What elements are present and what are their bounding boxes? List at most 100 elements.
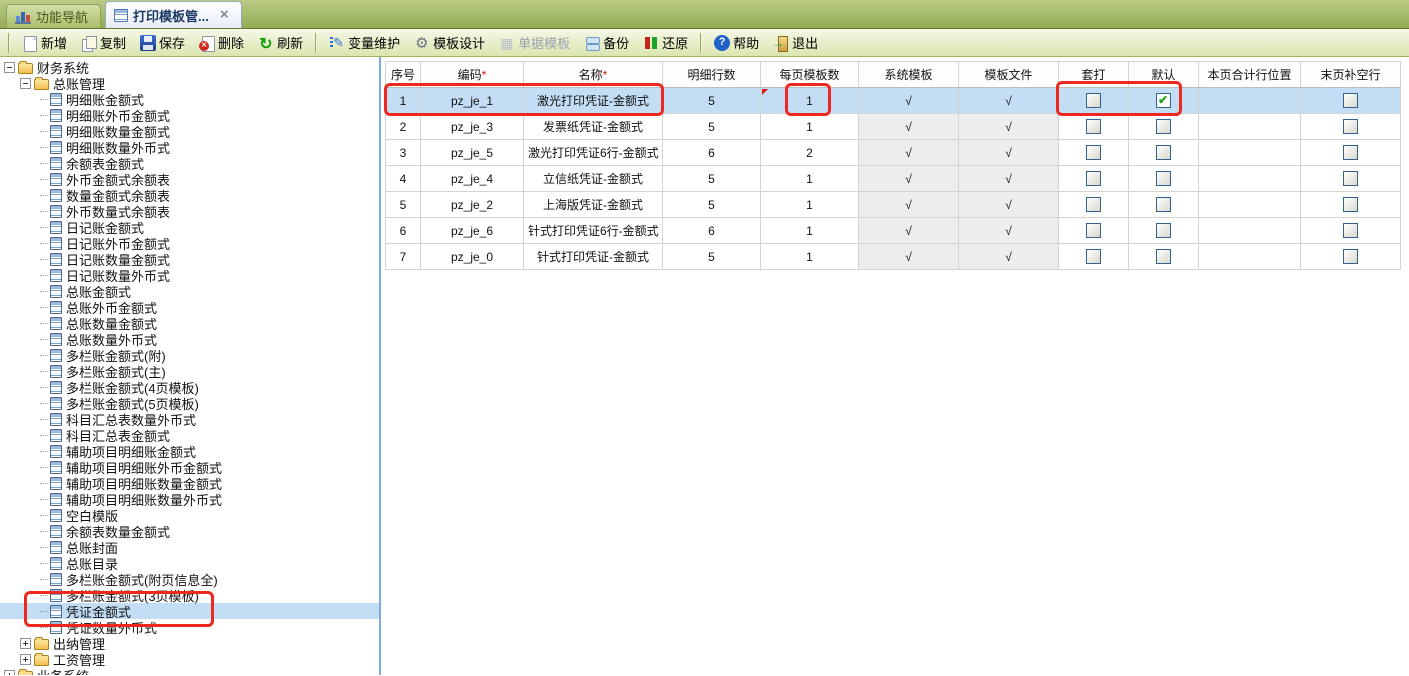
cell-code[interactable]: pz_je_4 bbox=[421, 166, 524, 192]
cell-per_page[interactable]: 1 bbox=[761, 166, 859, 192]
checkbox-overlay-unchecked[interactable] bbox=[1086, 197, 1101, 212]
tree-item[interactable]: 总账金额式 bbox=[0, 283, 379, 299]
cell-seq[interactable]: 5 bbox=[386, 192, 421, 218]
cell-seq[interactable]: 2 bbox=[386, 114, 421, 140]
toolbar-button-help[interactable]: 帮助 bbox=[708, 30, 765, 55]
checkbox-fill_blank-unchecked[interactable] bbox=[1343, 93, 1358, 108]
cell-total_pos[interactable] bbox=[1199, 244, 1301, 270]
tree-item[interactable]: 多栏账金额式(3页模板) bbox=[0, 587, 379, 603]
cell-total_pos[interactable] bbox=[1199, 166, 1301, 192]
toolbar-button-refresh[interactable]: 刷新 bbox=[252, 30, 309, 55]
tab-print-template-manager[interactable]: 打印模板管...× bbox=[105, 1, 242, 28]
tree-item[interactable]: 日记账数量外币式 bbox=[0, 267, 379, 283]
cell-detail_rows[interactable]: 5 bbox=[663, 244, 761, 270]
cell-per_page[interactable]: 1 bbox=[761, 244, 859, 270]
tree-item[interactable]: 数量金额式余额表 bbox=[0, 187, 379, 203]
close-icon[interactable]: × bbox=[220, 9, 229, 21]
toolbar-button-variable[interactable]: 变量维护 bbox=[323, 30, 406, 55]
expand-plus-icon[interactable] bbox=[20, 638, 31, 649]
column-header-file[interactable]: 模板文件 bbox=[959, 62, 1059, 88]
checkbox-overlay-unchecked[interactable] bbox=[1086, 249, 1101, 264]
checkbox-default-unchecked[interactable] bbox=[1156, 249, 1171, 264]
toolbar-button-save[interactable]: 保存 bbox=[134, 30, 191, 55]
cell-code[interactable]: pz_je_6 bbox=[421, 218, 524, 244]
toolbar-button-restore[interactable]: 还原 bbox=[637, 30, 694, 55]
checkbox-default-unchecked[interactable] bbox=[1156, 145, 1171, 160]
tree-item[interactable]: 空白模版 bbox=[0, 507, 379, 523]
column-header-default[interactable]: 默认 bbox=[1129, 62, 1199, 88]
checkbox-fill_blank-unchecked[interactable] bbox=[1343, 145, 1358, 160]
cell-detail_rows[interactable]: 5 bbox=[663, 114, 761, 140]
cell-overlay[interactable] bbox=[1059, 244, 1129, 270]
cell-detail_rows[interactable]: 5 bbox=[663, 88, 761, 114]
tree-item[interactable]: 多栏账金额式(附) bbox=[0, 347, 379, 363]
tree-item[interactable]: 明细账数量外币式 bbox=[0, 139, 379, 155]
tree-item[interactable]: 辅助项目明细账数量外币式 bbox=[0, 491, 379, 507]
cell-per_page[interactable]: 1 bbox=[761, 192, 859, 218]
cell-fill_blank[interactable] bbox=[1301, 166, 1401, 192]
collapse-minus-icon[interactable] bbox=[4, 62, 15, 73]
tree-item[interactable]: 日记账外币金额式 bbox=[0, 235, 379, 251]
cell-overlay[interactable] bbox=[1059, 140, 1129, 166]
checkbox-default-checked[interactable] bbox=[1156, 93, 1171, 108]
cell-name[interactable]: 上海版凭证-金额式 bbox=[524, 192, 663, 218]
cell-default[interactable] bbox=[1129, 218, 1199, 244]
tree-item[interactable]: 凭证金额式 bbox=[0, 603, 379, 619]
cell-total_pos[interactable] bbox=[1199, 114, 1301, 140]
tree-item[interactable]: 外币金额式余额表 bbox=[0, 171, 379, 187]
column-header-detail_rows[interactable]: 明细行数 bbox=[663, 62, 761, 88]
table-row[interactable]: 4pz_je_4立信纸凭证-金额式51√√ bbox=[386, 166, 1401, 192]
column-header-total_pos[interactable]: 本页合计行位置 bbox=[1199, 62, 1301, 88]
checkbox-default-unchecked[interactable] bbox=[1156, 119, 1171, 134]
cell-fill_blank[interactable] bbox=[1301, 88, 1401, 114]
checkbox-overlay-unchecked[interactable] bbox=[1086, 223, 1101, 238]
column-header-system[interactable]: 系统模板 bbox=[859, 62, 959, 88]
checkbox-fill_blank-unchecked[interactable] bbox=[1343, 119, 1358, 134]
table-row[interactable]: 1pz_je_1激光打印凭证-金额式51√√ bbox=[386, 88, 1401, 114]
column-header-code[interactable]: 编码* bbox=[421, 62, 524, 88]
checkbox-fill_blank-unchecked[interactable] bbox=[1343, 197, 1358, 212]
tree-item[interactable]: 日记账数量金额式 bbox=[0, 251, 379, 267]
checkbox-fill_blank-unchecked[interactable] bbox=[1343, 223, 1358, 238]
column-header-name[interactable]: 名称* bbox=[524, 62, 663, 88]
cell-name[interactable]: 针式打印凭证6行-金额式 bbox=[524, 218, 663, 244]
tree-item[interactable]: 业务系统 bbox=[0, 667, 379, 675]
checkbox-default-unchecked[interactable] bbox=[1156, 171, 1171, 186]
checkbox-overlay-unchecked[interactable] bbox=[1086, 171, 1101, 186]
expand-plus-icon[interactable] bbox=[20, 654, 31, 665]
tree-item[interactable]: 总账封面 bbox=[0, 539, 379, 555]
tree-item[interactable]: 总账外币金额式 bbox=[0, 299, 379, 315]
cell-total_pos[interactable] bbox=[1199, 218, 1301, 244]
checkbox-default-unchecked[interactable] bbox=[1156, 223, 1171, 238]
cell-code[interactable]: pz_je_1 bbox=[421, 88, 524, 114]
table-row[interactable]: 2pz_je_3发票纸凭证-金额式51√√ bbox=[386, 114, 1401, 140]
column-header-overlay[interactable]: 套打 bbox=[1059, 62, 1129, 88]
cell-overlay[interactable] bbox=[1059, 192, 1129, 218]
table-row[interactable]: 5pz_je_2上海版凭证-金额式51√√ bbox=[386, 192, 1401, 218]
checkbox-overlay-unchecked[interactable] bbox=[1086, 119, 1101, 134]
cell-detail_rows[interactable]: 5 bbox=[663, 166, 761, 192]
tree-item[interactable]: 明细账外币金额式 bbox=[0, 107, 379, 123]
table-row[interactable]: 3pz_je_5激光打印凭证6行-金额式62√√ bbox=[386, 140, 1401, 166]
cell-name[interactable]: 激光打印凭证6行-金额式 bbox=[524, 140, 663, 166]
cell-detail_rows[interactable]: 6 bbox=[663, 140, 761, 166]
cell-code[interactable]: pz_je_3 bbox=[421, 114, 524, 140]
cell-name[interactable]: 针式打印凭证-金额式 bbox=[524, 244, 663, 270]
column-header-seq[interactable]: 序号 bbox=[386, 62, 421, 88]
cell-fill_blank[interactable] bbox=[1301, 192, 1401, 218]
cell-overlay[interactable] bbox=[1059, 166, 1129, 192]
tree-item[interactable]: 总账管理 bbox=[0, 75, 379, 91]
tree-item[interactable]: 余额表数量金额式 bbox=[0, 523, 379, 539]
table-row[interactable]: 7pz_je_0针式打印凭证-金额式51√√ bbox=[386, 244, 1401, 270]
table-row[interactable]: 6pz_je_6针式打印凭证6行-金额式61√√ bbox=[386, 218, 1401, 244]
cell-fill_blank[interactable] bbox=[1301, 244, 1401, 270]
cell-per_page[interactable]: 2 bbox=[761, 140, 859, 166]
cell-default[interactable] bbox=[1129, 114, 1199, 140]
cell-detail_rows[interactable]: 5 bbox=[663, 192, 761, 218]
cell-overlay[interactable] bbox=[1059, 88, 1129, 114]
toolbar-button-design[interactable]: 模板设计 bbox=[408, 30, 491, 55]
cell-per_page[interactable]: 1 bbox=[761, 88, 859, 114]
checkbox-overlay-unchecked[interactable] bbox=[1086, 93, 1101, 108]
cell-name[interactable]: 激光打印凭证-金额式 bbox=[524, 88, 663, 114]
collapse-minus-icon[interactable] bbox=[20, 78, 31, 89]
